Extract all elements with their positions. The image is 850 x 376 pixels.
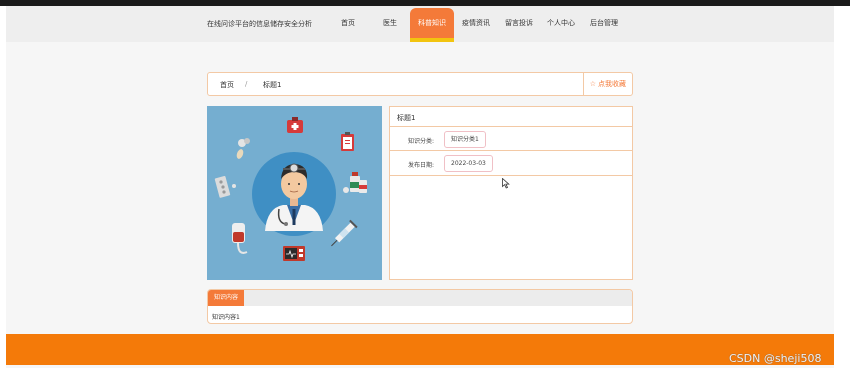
window-top-edge [0, 0, 850, 6]
star-icon: ☆ [589, 80, 596, 88]
divider [390, 150, 632, 151]
collect-label: 点我收藏 [598, 80, 626, 88]
nav-epidemic-news[interactable]: 疫情资讯 [458, 6, 494, 42]
knowledge-content-text: 知识内容1 [212, 314, 240, 321]
date-label: 发布日期: [408, 162, 435, 169]
nav-admin[interactable]: 后台管理 [586, 6, 622, 42]
content-panel: 知识内容 知识内容1 [207, 289, 633, 324]
nav-feedback[interactable]: 留言投诉 [501, 6, 537, 42]
mouse-cursor-icon [502, 178, 510, 189]
article-title: 标题1 [397, 114, 416, 122]
doctor-illustration [207, 106, 382, 280]
clipboard-icon [341, 132, 354, 151]
doctor-icon [252, 152, 336, 236]
divider [390, 126, 632, 127]
page: 在线问诊平台的信息储存安全分析 首页 医生 科普知识 疫情资讯 留言投诉 个人中… [6, 6, 834, 368]
breadcrumb-home-link[interactable]: 首页 [220, 80, 234, 90]
nav-home[interactable]: 首页 [336, 6, 360, 42]
site-title: 在线问诊平台的信息储存安全分析 [207, 20, 312, 28]
article-info-panel: 标题1 知识分类: 知识分类1 发布日期: 2022-03-03 [389, 106, 633, 280]
divider [390, 175, 632, 176]
article-image [207, 106, 382, 280]
breadcrumb-current: 标题1 [263, 81, 282, 89]
screenshot-frame: 在线问诊平台的信息储存安全分析 首页 医生 科普知识 疫情资讯 留言投诉 个人中… [0, 0, 850, 376]
nav-personal-center[interactable]: 个人中心 [543, 6, 579, 42]
collect-button[interactable]: ☆ 点我收藏 [582, 73, 632, 95]
heart-monitor-icon [283, 246, 305, 261]
top-navbar: 在线问诊平台的信息储存安全分析 首页 医生 科普知识 疫情资讯 留言投诉 个人中… [6, 6, 834, 42]
tab-knowledge-content[interactable]: 知识内容 [208, 290, 245, 306]
footer-bar [6, 334, 834, 365]
watermark: CSDN @sheji508 [729, 352, 822, 365]
content-tabbar: 知识内容 [208, 290, 632, 306]
breadcrumb-separator: / [245, 80, 248, 88]
category-value: 知识分类1 [444, 131, 486, 148]
nav-doctors[interactable]: 医生 [378, 6, 402, 42]
breadcrumb: 首页 / 标题1 ☆ 点我收藏 [207, 72, 633, 96]
category-label: 知识分类: [408, 138, 435, 145]
date-value: 2022-03-03 [444, 155, 493, 172]
nav-science-knowledge[interactable]: 科普知识 [410, 8, 454, 42]
